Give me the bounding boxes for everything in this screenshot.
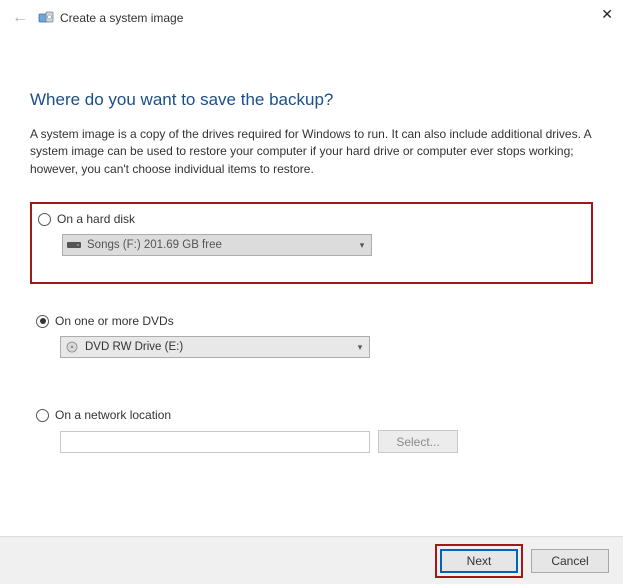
next-highlight: Next (435, 544, 523, 578)
dvd-dropdown[interactable]: DVD RW Drive (E:) ▾ (60, 336, 370, 358)
next-button[interactable]: Next (440, 549, 518, 573)
hard-disk-radio[interactable] (38, 213, 51, 226)
window-title: Create a system image (60, 11, 183, 25)
network-path-input[interactable] (60, 431, 370, 453)
network-option-group: On a network location Select... (30, 400, 593, 469)
network-radio-row[interactable]: On a network location (36, 408, 587, 422)
dvd-option-group: On one or more DVDs DVD RW Drive (E:) ▾ (30, 306, 593, 374)
dvd-radio[interactable] (36, 315, 49, 328)
system-image-icon (38, 10, 54, 26)
hard-disk-selected: Songs (F:) 201.69 GB free (87, 239, 353, 251)
dvd-drive-icon (65, 341, 79, 353)
hard-disk-radio-row[interactable]: On a hard disk (38, 212, 585, 226)
network-radio[interactable] (36, 409, 49, 422)
description-text: A system image is a copy of the drives r… (30, 126, 593, 178)
close-button[interactable]: ✕ (601, 6, 613, 23)
dvd-label: On one or more DVDs (55, 314, 174, 328)
hard-disk-label: On a hard disk (57, 212, 135, 226)
chevron-down-icon: ▾ (353, 240, 371, 251)
titlebar: ← Create a system image ✕ (0, 0, 623, 36)
page-heading: Where do you want to save the backup? (30, 90, 593, 110)
dvd-radio-row[interactable]: On one or more DVDs (36, 314, 587, 328)
select-network-button[interactable]: Select... (378, 430, 458, 453)
chevron-down-icon: ▾ (351, 342, 369, 353)
back-arrow-icon: ← (12, 9, 28, 27)
hard-disk-option-group: On a hard disk Songs (F:) 201.69 GB free… (30, 202, 593, 284)
dvd-selected: DVD RW Drive (E:) (85, 341, 351, 353)
network-label: On a network location (55, 408, 171, 422)
hard-drive-icon (67, 240, 81, 250)
cancel-button[interactable]: Cancel (531, 549, 609, 573)
content-area: Where do you want to save the backup? A … (0, 36, 623, 469)
footer-bar: Next Cancel (0, 536, 623, 584)
hard-disk-dropdown[interactable]: Songs (F:) 201.69 GB free ▾ (62, 234, 372, 256)
